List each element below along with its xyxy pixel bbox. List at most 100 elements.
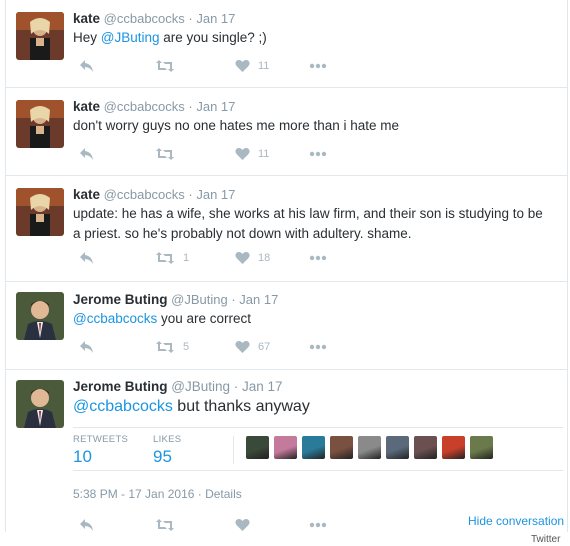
tweet[interactable]: kate @ccbabcocks · Jan 17 update: he has… <box>6 176 567 282</box>
like-button[interactable] <box>235 517 250 533</box>
tweet-header: kate @ccbabcocks · Jan 17 <box>73 11 235 26</box>
like-button[interactable]: 11 <box>235 58 269 74</box>
tweet-header: Jerome Buting @JButing · Jan 17 <box>73 292 278 307</box>
display-name[interactable]: kate <box>73 99 100 114</box>
tweet-text: @ccbabcocks but thanks anyway <box>73 396 553 418</box>
hide-conversation-link[interactable]: Hide conversation <box>468 514 564 528</box>
reply-button[interactable] <box>79 58 95 74</box>
tweet-date[interactable]: · Jan 17 <box>231 292 278 307</box>
display-name[interactable]: Jerome Buting <box>73 379 168 394</box>
like-button[interactable]: 67 <box>235 339 270 355</box>
more-button[interactable] <box>309 250 327 266</box>
reply-icon <box>80 519 93 531</box>
retweet-button[interactable] <box>155 58 183 74</box>
like-button[interactable]: 18 <box>235 250 270 266</box>
display-name[interactable]: Jerome Buting <box>73 292 168 307</box>
text-segment: you are correct <box>157 311 252 326</box>
tweet-date[interactable]: · Jan 17 <box>188 187 235 202</box>
handle[interactable]: @ccbabcocks <box>104 187 185 202</box>
tweet-actions: 11 <box>73 58 373 74</box>
handle[interactable]: @ccbabcocks <box>104 99 185 114</box>
retweet-icon <box>156 341 174 353</box>
liker-avatar[interactable] <box>302 436 325 459</box>
avatar[interactable] <box>16 188 64 236</box>
like-button[interactable]: 11 <box>235 146 269 162</box>
tweet-date[interactable]: · Jan 17 <box>188 11 235 26</box>
more-icon <box>309 255 327 261</box>
retweet-icon <box>156 252 174 264</box>
more-button[interactable] <box>309 339 327 355</box>
conversation-panel: kate @ccbabcocks · Jan 17 Hey @JButing a… <box>5 0 568 532</box>
retweet-button[interactable]: 1 <box>155 250 189 266</box>
liker-avatar[interactable] <box>442 436 465 459</box>
reply-icon <box>80 148 93 160</box>
text-line: a priest. so he's probably not down with… <box>73 226 412 241</box>
tweet-header: kate @ccbabcocks · Jan 17 <box>73 99 235 114</box>
avatar[interactable] <box>16 292 64 340</box>
more-icon <box>309 522 327 528</box>
likes-count[interactable]: 95 <box>153 447 172 467</box>
tweet-actions: 11 <box>73 146 373 162</box>
heart-icon <box>235 341 250 353</box>
reply-button[interactable] <box>79 250 95 266</box>
display-name[interactable]: kate <box>73 187 100 202</box>
heart-icon <box>235 252 250 264</box>
tweet-text: Hey @JButing are you single? ;) <box>73 28 553 48</box>
liker-avatars <box>233 436 493 464</box>
display-name[interactable]: kate <box>73 11 100 26</box>
retweet-button[interactable] <box>155 146 183 162</box>
likes-label[interactable]: LIKES <box>153 434 181 445</box>
image-credit: Twitter <box>531 534 561 545</box>
handle[interactable]: @JButing <box>171 379 230 394</box>
retweet-icon <box>156 60 174 72</box>
tweet-stats: RETWEETS 10 LIKES 95 <box>73 427 563 471</box>
retweet-count: 1 <box>183 252 190 264</box>
liker-avatar[interactable] <box>414 436 437 459</box>
mention-link[interactable]: @ccbabcocks <box>73 398 173 415</box>
reply-icon <box>80 60 93 72</box>
retweet-icon <box>156 519 174 531</box>
retweet-button[interactable] <box>155 517 175 533</box>
reply-icon <box>80 341 93 353</box>
liker-avatar[interactable] <box>330 436 353 459</box>
text-segment: Hey <box>73 30 101 45</box>
tweet-text: don't worry guys no one hates me more th… <box>73 118 400 133</box>
tweet[interactable]: kate @ccbabcocks · Jan 17 don't worry gu… <box>6 88 567 176</box>
liker-avatar[interactable] <box>246 436 269 459</box>
handle[interactable]: @JButing <box>171 292 228 307</box>
handle[interactable]: @ccbabcocks <box>104 11 185 26</box>
timestamp-link[interactable]: 5:38 PM - 17 Jan 2016 <box>73 487 194 501</box>
tweet-actions: 5 67 <box>73 339 373 355</box>
avatar[interactable] <box>16 12 64 60</box>
more-button[interactable] <box>309 517 327 533</box>
tweet[interactable]: kate @ccbabcocks · Jan 17 Hey @JButing a… <box>6 0 567 88</box>
tweet-header: Jerome Buting @JButing · Jan 17 <box>73 379 283 394</box>
liker-avatar[interactable] <box>470 436 493 459</box>
retweets-label[interactable]: RETWEETS <box>73 434 128 445</box>
retweet-count: 5 <box>183 341 190 353</box>
text-line: update: he has a wife, she works at his … <box>73 206 543 221</box>
details-link[interactable]: · Details <box>194 487 242 501</box>
retweet-icon <box>156 148 174 160</box>
tweet-date[interactable]: · Jan 17 <box>188 99 235 114</box>
tweet-date[interactable]: · Jan 17 <box>234 379 283 394</box>
reply-button[interactable] <box>79 517 95 533</box>
mention-link[interactable]: @JButing <box>101 30 160 45</box>
avatar[interactable] <box>16 380 64 428</box>
liker-avatar[interactable] <box>358 436 381 459</box>
tweet-actions: 1 18 <box>73 250 373 266</box>
tweet[interactable]: Jerome Buting @JButing · Jan 17 @ccbabco… <box>6 282 567 370</box>
tweet-actions <box>73 517 373 533</box>
retweet-button[interactable]: 5 <box>155 339 189 355</box>
retweets-count[interactable]: 10 <box>73 447 92 467</box>
liker-avatar[interactable] <box>386 436 409 459</box>
mention-link[interactable]: @ccbabcocks <box>73 311 157 326</box>
more-button[interactable] <box>309 58 327 74</box>
liker-avatar[interactable] <box>274 436 297 459</box>
avatar[interactable] <box>16 100 64 148</box>
like-count: 67 <box>258 341 271 353</box>
reply-button[interactable] <box>79 339 95 355</box>
reply-button[interactable] <box>79 146 95 162</box>
heart-icon <box>235 148 250 160</box>
more-button[interactable] <box>309 146 327 162</box>
